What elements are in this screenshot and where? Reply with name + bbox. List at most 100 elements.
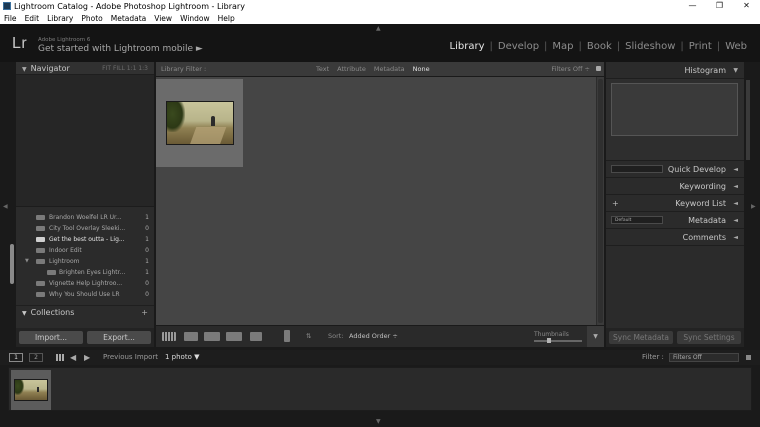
folder-row[interactable]: Indoor Edit 0 [16,245,154,256]
right-panel-scrollbar[interactable] [746,80,750,160]
folder-row[interactable]: City Tool Overlay Sleeki... 0 [16,223,154,234]
photo-thumbnail[interactable] [166,101,234,145]
left-panel-toggle-icon[interactable]: ◀ [3,203,8,210]
filter-tab-attribute[interactable]: Attribute [337,62,366,76]
folder-row[interactable]: Vignette Help Lightroo... 0 [16,278,154,289]
folder-count: 1 [145,214,149,221]
navigator-header[interactable]: ▼ Navigator FIT FILL 1:1 1:3 [16,62,154,75]
keywording-header[interactable]: Keywording ◄ [606,178,744,195]
filmstrip-filter-dropdown[interactable]: Filters Off [669,353,739,362]
folder-icon [36,215,45,220]
module-print[interactable]: Print [684,41,717,52]
folder-row[interactable]: ▼ Lightroom 1 [16,256,154,267]
folder-row[interactable]: Why You Should Use LR 0 [16,289,154,300]
sync-settings-button[interactable]: Sync Settings [677,331,741,344]
top-panel-toggle-icon[interactable]: ▲ [376,25,381,32]
navigator-zoom-options[interactable]: FIT FILL 1:1 1:3 [102,62,148,75]
module-slideshow[interactable]: Slideshow [620,41,680,52]
filmstrip-cell[interactable] [11,370,51,410]
module-library[interactable]: Library [445,41,490,52]
metadata-header[interactable]: Default Metadata ◄ [606,212,744,229]
library-filter-label: Library Filter : [161,65,207,73]
expand-triangle-icon: ◄ [733,234,738,241]
loupe-view-icon[interactable] [184,332,198,341]
close-icon[interactable]: ✕ [733,0,760,13]
menu-photo[interactable]: Photo [81,13,102,24]
folder-row-selected[interactable]: Get the best outta - Lig... 1 [16,234,154,245]
module-web[interactable]: Web [720,41,752,52]
filmstrip-source[interactable]: Previous Import [103,350,158,365]
folder-label: City Tool Overlay Sleeki... [49,225,126,232]
filter-tab-metadata[interactable]: Metadata [374,62,405,76]
menu-bar: File Edit Library Photo Metadata View Wi… [0,13,760,24]
cyclist-figure [211,116,215,126]
spray-can-icon[interactable] [284,330,290,342]
keyword-list-header[interactable]: + Keyword List ◄ [606,195,744,212]
saved-preset-select[interactable] [611,165,663,173]
collapse-triangle-icon: ▼ [733,67,738,74]
comments-header[interactable]: Comments ◄ [606,229,744,246]
lock-icon[interactable] [596,66,601,71]
navigator-preview[interactable] [16,75,154,207]
module-develop[interactable]: Develop [493,41,544,52]
thumbnail-slider-knob[interactable] [547,338,552,343]
toolbar-menu-icon[interactable]: ▼ [587,326,604,347]
metadata-preset-select[interactable]: Default [611,216,663,224]
histogram-title: Histogram [684,66,727,75]
bottom-panel-toggle-icon[interactable]: ▼ [376,418,381,425]
menu-window[interactable]: Window [180,13,210,24]
filter-tab-text[interactable]: Text [316,62,329,76]
filmstrip-thumbnail[interactable] [14,379,48,401]
menu-metadata[interactable]: Metadata [111,13,147,24]
compare-view-icon[interactable] [204,332,220,341]
add-collection-icon[interactable]: + [141,306,148,320]
quick-develop-header[interactable]: Quick Develop ◄ [606,161,744,178]
forward-arrow-icon[interactable]: ▶ [84,350,90,365]
menu-view[interactable]: View [154,13,172,24]
folder-row[interactable]: Brighten Eyes Lightr... 1 [16,267,154,278]
expand-triangle-icon: ◄ [733,217,738,224]
lock-icon[interactable] [746,355,751,360]
main-screen-button[interactable]: 1 [9,353,23,362]
module-book[interactable]: Book [582,41,617,52]
add-keyword-icon[interactable]: + [612,195,619,212]
sort-order-dropdown[interactable]: Added Order ÷ [349,332,398,340]
back-arrow-icon[interactable]: ◀ [70,350,76,365]
right-panel-toggle-icon[interactable]: ▶ [751,203,756,210]
export-button[interactable]: Export... [87,331,151,344]
grid-scrollbar[interactable] [596,77,604,325]
histogram-header[interactable]: Histogram ▼ [606,62,744,79]
collections-header[interactable]: ▼ Collections + [16,305,154,319]
menu-help[interactable]: Help [218,13,235,24]
thumbnail-size-slider[interactable] [534,340,582,342]
filter-tab-none[interactable]: None [413,62,430,76]
photo-count[interactable]: 1 photo ▼ [165,350,199,365]
menu-library[interactable]: Library [47,13,73,24]
lightroom-app-icon [3,2,11,10]
import-button[interactable]: Import... [19,331,83,344]
survey-view-icon[interactable] [226,332,242,341]
people-view-icon[interactable] [250,332,262,341]
sync-metadata-button[interactable]: Sync Metadata [609,331,673,344]
sort-direction-icon[interactable]: ⇅ [306,332,311,340]
lightroom-mobile-link[interactable]: Get started with Lightroom mobile ► [38,44,203,54]
grid-cell[interactable] [156,79,243,167]
folder-row[interactable]: Brandon Woelfel LR Ur... 1 [16,212,154,223]
keywording-title: Keywording [679,182,726,191]
module-map[interactable]: Map [547,41,578,52]
grid-scrollbar-thumb[interactable] [598,79,603,323]
collapse-triangle-icon: ▼ [22,310,27,317]
menu-file[interactable]: File [4,13,17,24]
grid-view-icon[interactable] [162,332,176,341]
maximize-icon[interactable]: ❐ [706,0,733,13]
window-title-bar: Lightroom Catalog - Adobe Photoshop Ligh… [0,0,760,13]
left-panel-scrollbar[interactable] [10,244,14,284]
menu-edit[interactable]: Edit [25,13,40,24]
folder-icon [36,281,45,286]
filters-preset-dropdown[interactable]: Filters Off ÷ [551,62,590,76]
grid-view-small-icon[interactable] [56,354,64,361]
minimize-icon[interactable]: — [679,0,706,13]
folder-count: 0 [145,280,149,287]
second-screen-button[interactable]: 2 [29,353,43,362]
expand-triangle-icon[interactable]: ▼ [25,256,29,267]
